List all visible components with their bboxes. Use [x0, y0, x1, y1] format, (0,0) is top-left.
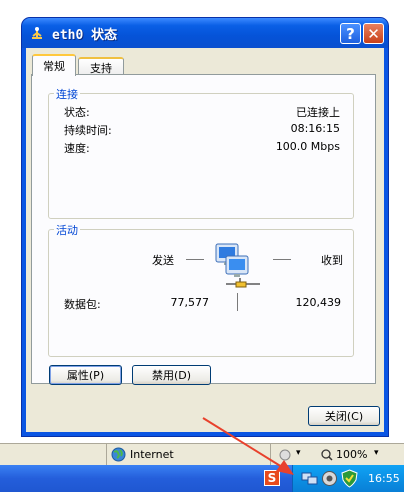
dialog-body: 常规 支持 连接 状态: 已连接上 持续时间: 08:16:15 速度: 100… — [26, 48, 384, 432]
system-tray: 16:55 — [292, 465, 404, 492]
activity-group: 活动 发送 收到 数据包: 77,577 120,439 — [48, 222, 354, 357]
duration-label: 持续时间: — [64, 124, 112, 137]
speed-value: 100.0 Mbps — [275, 140, 340, 153]
status-divider — [106, 444, 107, 465]
network-icon — [32, 27, 42, 39]
protected-mode-icon[interactable] — [278, 448, 292, 462]
received-packets-value: 120,439 — [295, 296, 342, 309]
close-window-button[interactable]: ✕ — [363, 23, 384, 44]
properties-button-label: 属性(P) — [66, 369, 105, 382]
tab-general-label: 常规 — [43, 60, 65, 73]
help-button[interactable]: ? — [340, 23, 361, 44]
close-button-label: 关闭(C) — [324, 410, 364, 423]
disable-button[interactable]: 禁用(D) — [132, 365, 211, 385]
browser-status-bar: Internet ▾ 100% ▾ — [0, 443, 404, 466]
dialog-window: eth0 状态 ? ✕ 常规 支持 连接 状态: 已连接上 持续时间: 08:1… — [22, 18, 388, 436]
sent-label: 发送 — [152, 254, 174, 267]
status-divider-2 — [270, 444, 271, 465]
tab-general[interactable]: 常规 — [32, 54, 76, 76]
network-computers-icon — [215, 243, 260, 288]
close-button[interactable]: 关闭(C) — [308, 406, 380, 426]
connection-group: 连接 状态: 已连接上 持续时间: 08:16:15 速度: 100.0 Mbp… — [48, 86, 354, 219]
status-value: 已连接上 — [296, 106, 340, 119]
title-bar[interactable]: eth0 状态 ? ✕ — [22, 18, 388, 48]
disable-button-label: 禁用(D) — [151, 369, 192, 382]
sent-line — [186, 259, 204, 260]
zoom-dropdown-icon[interactable]: ▾ — [374, 448, 379, 458]
activity-group-label: 活动 — [54, 222, 80, 238]
status-label: 状态: — [64, 106, 90, 119]
shield-icon[interactable] — [341, 469, 358, 488]
window-title: eth0 状态 — [52, 28, 118, 43]
activity-divider — [237, 293, 238, 311]
clock[interactable]: 16:55 — [368, 472, 400, 485]
speed-label: 速度: — [64, 142, 90, 155]
packets-label: 数据包: — [64, 298, 101, 311]
protected-mode-dropdown-icon[interactable]: ▾ — [296, 448, 301, 458]
received-line — [273, 259, 291, 260]
sent-packets-value: 77,577 — [170, 296, 210, 309]
volume-icon[interactable] — [321, 470, 338, 487]
received-label: 收到 — [321, 254, 343, 267]
properties-button[interactable]: 属性(P) — [49, 365, 122, 385]
tab-panel-general: 连接 状态: 已连接上 持续时间: 08:16:15 速度: 100.0 Mbp… — [31, 74, 376, 385]
zoom-icon[interactable] — [320, 448, 334, 462]
connection-group-label: 连接 — [54, 86, 80, 102]
network-tray-icon[interactable] — [301, 470, 318, 487]
duration-value: 08:16:15 — [290, 122, 340, 135]
ime-icon[interactable]: S — [264, 470, 280, 486]
security-zone: Internet — [130, 448, 174, 461]
zoom-level[interactable]: 100% — [336, 448, 367, 461]
globe-icon — [111, 447, 126, 462]
